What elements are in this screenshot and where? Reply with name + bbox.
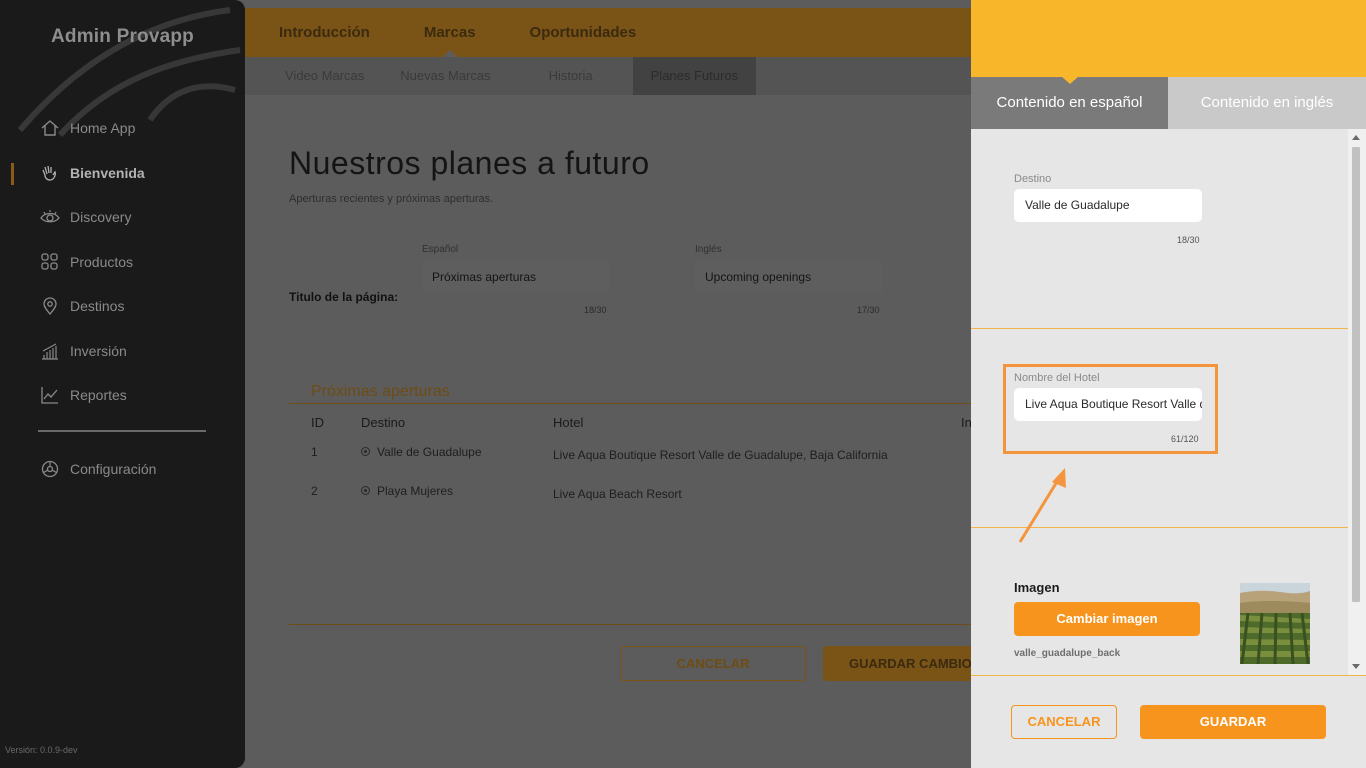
vineyard-thumbnail-image	[1240, 583, 1310, 664]
subtab-nuevas-marcas[interactable]: Nuevas Marcas	[382, 57, 508, 95]
bar-chart-icon	[40, 341, 60, 361]
sub-nav: Video Marcas Nuevas Marcas Historia Plan…	[245, 57, 971, 95]
sidebar-nav: Home App Bienvenida Discovery Productos …	[0, 106, 245, 418]
row-hotel: Live Aqua Beach Resort	[553, 487, 682, 501]
sidebar-item-home-app[interactable]: Home App	[0, 106, 245, 151]
sidebar-item-label: Destinos	[70, 298, 125, 315]
openings-section-title: Próximas aperturas	[311, 383, 450, 400]
english-field-label: Inglés	[695, 244, 722, 255]
app-title: Admin Provapp	[50, 26, 194, 47]
panel-cancel-button[interactable]: CANCELAR	[1011, 705, 1117, 739]
sidebar-item-reportes[interactable]: Reportes	[0, 373, 245, 418]
sidebar-item-bienvenida[interactable]: Bienvenida	[0, 151, 245, 196]
sidebar-item-configuracion[interactable]: Configuración	[0, 447, 245, 492]
edit-panel: Contenido en español Contenido en inglés…	[971, 0, 1366, 768]
row-hotel: Live Aqua Boutique Resort Valle de Guada…	[553, 448, 888, 462]
sidebar-item-label: Home App	[70, 120, 136, 137]
column-header-id: ID	[311, 415, 324, 430]
sidebar-item-destinos[interactable]: Destinos	[0, 284, 245, 329]
change-image-button[interactable]: Cambiar imagen	[1014, 602, 1200, 636]
panel-save-button[interactable]: GUARDAR	[1140, 705, 1326, 739]
radio-icon[interactable]	[361, 486, 370, 496]
sidebar-divider	[38, 430, 206, 432]
radio-icon[interactable]	[361, 447, 370, 457]
section-divider	[289, 403, 971, 404]
destino-char-counter: 18/30	[1177, 235, 1200, 245]
destino-input[interactable]: Valle de Guadalupe	[1014, 189, 1202, 222]
tab-marcas[interactable]: Marcas	[424, 24, 476, 58]
gear-icon	[40, 459, 60, 479]
page-title-field-label: Titulo de la página:	[289, 290, 399, 304]
sidebar: Admin Provapp Home App Bienvenida Discov…	[0, 0, 245, 768]
cancel-button[interactable]: CANCELAR	[620, 646, 806, 681]
page-subtitle: Aperturas recientes y próximas aperturas…	[289, 193, 494, 205]
sidebar-item-label: Configuración	[70, 461, 157, 478]
destino-field-label: Destino	[1014, 173, 1052, 185]
subtab-planes-futuros[interactable]: Planes Futuros	[632, 57, 757, 95]
spanish-title-input[interactable]: Próximas aperturas	[422, 261, 610, 293]
sidebar-item-label: Bienvenida	[70, 164, 145, 181]
annotation-arrow-icon	[1018, 468, 1066, 543]
image-filename: valle_guadalupe_back	[1014, 648, 1121, 659]
footer-divider	[289, 624, 971, 625]
panel-footer-divider	[971, 675, 1366, 676]
sidebar-item-label: Inversión	[70, 342, 127, 359]
sidebar-item-inversion[interactable]: Inversión	[0, 329, 245, 374]
spanish-char-counter: 18/30	[584, 305, 607, 315]
home-icon	[40, 118, 60, 138]
panel-scrollbar[interactable]	[1348, 129, 1366, 675]
sidebar-item-productos[interactable]: Productos	[0, 240, 245, 285]
tab-introduccion[interactable]: Introducción	[279, 24, 370, 41]
row-id: 1	[311, 445, 318, 459]
eye-icon	[40, 207, 60, 227]
map-pin-icon	[40, 296, 60, 316]
tab-oportunidades[interactable]: Oportunidades	[530, 24, 637, 41]
subtab-historia[interactable]: Historia	[509, 57, 633, 95]
hotel-name-field-label: Nombre del Hotel	[1014, 372, 1100, 384]
row-id: 2	[311, 484, 318, 498]
sidebar-item-label: Productos	[70, 253, 134, 270]
row-destino: Valle de Guadalupe	[361, 445, 482, 459]
scroll-down-icon[interactable]	[1352, 664, 1360, 669]
column-header-destino: Destino	[361, 415, 406, 430]
scrollbar-thumb[interactable]	[1352, 147, 1360, 602]
english-title-input[interactable]: Upcoming openings	[695, 261, 883, 293]
scroll-up-icon[interactable]	[1352, 135, 1360, 140]
tab-contenido-ingles[interactable]: Contenido en inglés	[1168, 77, 1366, 129]
subtab-video-marcas[interactable]: Video Marcas	[267, 57, 382, 95]
hotel-name-char-counter: 61/120	[1171, 434, 1199, 444]
sidebar-item-label: Discovery	[70, 209, 132, 226]
panel-header	[971, 0, 1366, 77]
row-destino: Playa Mujeres	[361, 484, 453, 498]
panel-language-tabs: Contenido en español Contenido en inglés	[971, 76, 1366, 129]
panel-divider	[971, 328, 1348, 329]
page-title: Nuestros planes a futuro	[289, 145, 650, 181]
tab-contenido-espanol[interactable]: Contenido en español	[971, 76, 1168, 129]
sidebar-item-label: Reportes	[70, 387, 127, 404]
grid-icon	[40, 252, 60, 272]
column-header-hotel: Hotel	[553, 415, 584, 430]
hotel-name-input[interactable]: Live Aqua Boutique Resort Valle de Guada…	[1014, 388, 1202, 421]
waving-hand-icon	[40, 163, 60, 183]
image-field-label: Imagen	[1014, 580, 1060, 595]
line-chart-icon	[40, 385, 60, 405]
english-char-counter: 17/30	[857, 305, 880, 315]
sidebar-item-discovery[interactable]: Discovery	[0, 195, 245, 240]
top-nav: Introducción Marcas Oportunidades	[245, 8, 971, 58]
panel-scroll-area[interactable]: Destino Valle de Guadalupe 18/30 Nombre …	[971, 129, 1366, 675]
spanish-field-label: Español	[422, 244, 459, 255]
save-changes-button[interactable]: GUARDAR CAMBIOS	[823, 646, 983, 681]
version-label: Versión: 0.0.9-dev	[5, 745, 78, 755]
